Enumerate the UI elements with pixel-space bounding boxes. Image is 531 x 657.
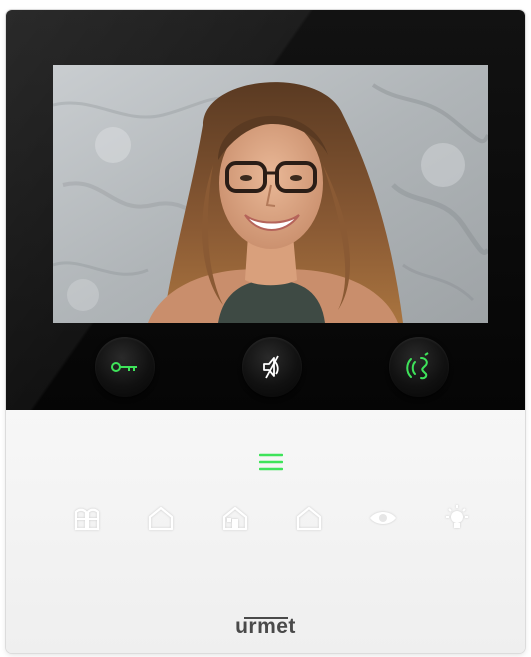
muted-speaker-icon: [263, 355, 279, 379]
intercom-3-button[interactable]: [291, 500, 327, 536]
light-bulb-icon: [446, 505, 468, 528]
white-glass-panel: urmet: [6, 410, 525, 653]
intercom-1-button[interactable]: [143, 500, 179, 536]
home-outline-icon: [148, 506, 174, 531]
home-outline-icon: [296, 506, 322, 531]
video-screen: [53, 65, 488, 323]
key-icon: [111, 362, 137, 372]
home-with-door-icon: [222, 506, 248, 531]
camera-view-button[interactable]: [365, 500, 401, 536]
intercom-2-button[interactable]: [217, 500, 253, 536]
gate-button[interactable]: [69, 500, 105, 536]
video-intercom-monitor: urmet: [6, 10, 525, 653]
function-keys-row: [6, 500, 525, 536]
light-button[interactable]: [439, 500, 475, 536]
eye-icon: [370, 512, 396, 524]
talk-button[interactable]: [389, 337, 449, 397]
menu-button[interactable]: [258, 450, 284, 474]
video-feed-image: [53, 65, 488, 323]
gate-icon: [74, 508, 100, 531]
mute-button[interactable]: [242, 337, 302, 397]
brand-logo: urmet: [235, 615, 296, 638]
menu-icon: [258, 453, 284, 471]
door-open-button[interactable]: [95, 337, 155, 397]
handset-talk-icon: [406, 352, 429, 380]
black-glass-panel: [6, 10, 525, 410]
